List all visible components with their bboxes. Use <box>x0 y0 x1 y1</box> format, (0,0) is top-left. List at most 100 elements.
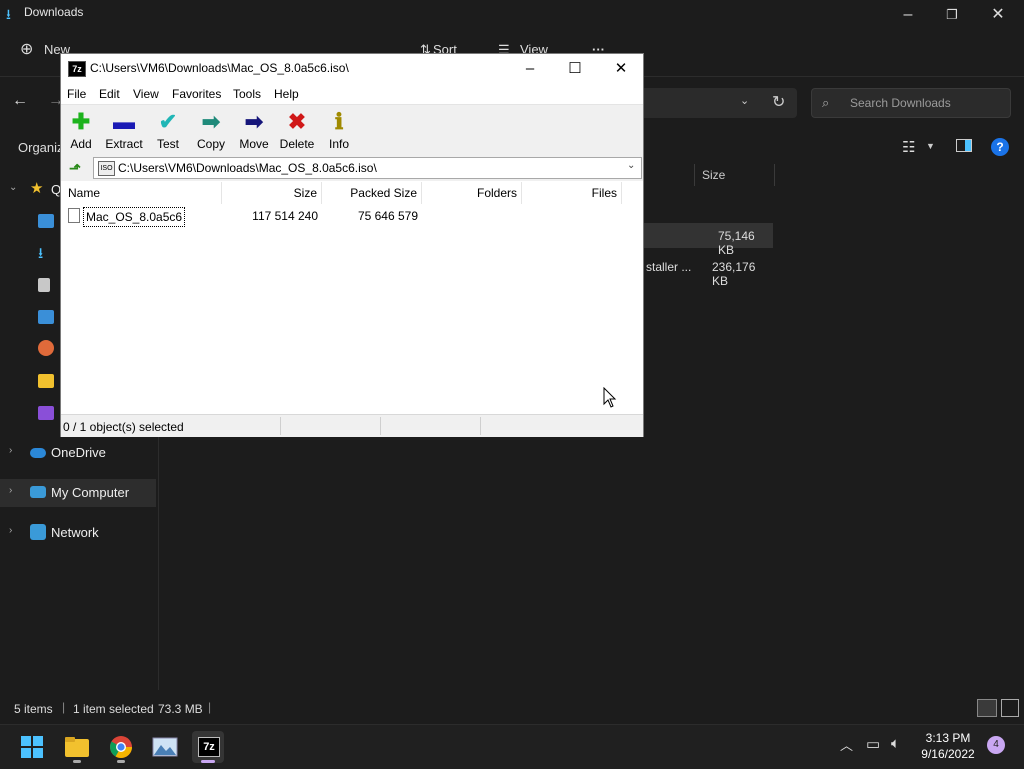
column-header-name[interactable]: Name <box>61 182 222 204</box>
file-explorer-taskbar-button[interactable] <box>61 731 93 763</box>
selection-count: 1 item selected <box>73 702 154 716</box>
7zip-taskbar-button[interactable]: 7z <box>192 731 224 763</box>
maximize-icon[interactable]: ☐ <box>552 54 598 84</box>
test-button[interactable]: ✔ Test <box>145 105 191 153</box>
minimize-icon[interactable]: – <box>888 2 928 28</box>
network-icon[interactable]: ▭ <box>866 735 880 753</box>
7zip-app-icon: 7z <box>68 61 86 77</box>
search-placeholder: Search Downloads <box>850 96 951 110</box>
column-separator[interactable] <box>694 164 695 186</box>
network-icon <box>30 524 46 540</box>
iso-file-icon: ISO <box>98 161 115 176</box>
column-header-packed-size[interactable]: Packed Size <box>322 182 422 204</box>
path-combobox[interactable]: ISO C:\Users\VM6\Downloads\Mac_OS_8.0a5c… <box>93 157 642 179</box>
sidebar-item-label: Network <box>51 525 99 540</box>
selection-size: 73.3 MB <box>158 702 203 716</box>
status-separator <box>380 417 381 435</box>
column-header-size[interactable]: Size <box>222 182 322 204</box>
file-row[interactable]: staller ... 236,176 KB <box>640 254 773 288</box>
chevron-down-icon[interactable]: ▼ <box>926 141 935 151</box>
desktop-icon[interactable] <box>38 214 54 228</box>
file-name-fragment: staller ... <box>646 260 692 274</box>
start-button[interactable] <box>16 731 48 763</box>
sidebar-item-my-computer[interactable]: › My Computer <box>0 479 156 507</box>
file-row-selected[interactable]: 75,146 KB <box>640 223 773 257</box>
back-arrow-icon[interactable]: ← <box>12 92 28 110</box>
item-count: 5 items <box>14 702 53 716</box>
column-separator[interactable] <box>774 164 775 186</box>
file-name[interactable]: Mac_OS_8.0a5c6 <box>83 207 186 227</box>
window-title: C:\Users\VM6\Downloads\Mac_OS_8.0a5c6.is… <box>90 61 349 75</box>
menu-file[interactable]: File <box>67 87 86 101</box>
preview-pane-icon[interactable] <box>956 139 972 152</box>
menu-edit[interactable]: Edit <box>99 87 120 101</box>
pictures-icon[interactable] <box>38 310 54 324</box>
details-layout-icon[interactable] <box>977 699 997 717</box>
chevron-right-icon[interactable]: › <box>9 525 12 536</box>
add-button[interactable]: ✚ Add <box>58 105 104 153</box>
running-indicator <box>73 760 81 763</box>
chevron-down-icon[interactable]: ⌄ <box>9 182 17 193</box>
volume-icon[interactable]: 🔈︎ <box>891 735 900 752</box>
tool-label: Delete <box>279 137 315 151</box>
music-icon[interactable] <box>38 340 54 356</box>
chevron-up-icon[interactable]: ︿ <box>840 735 853 754</box>
7zip-file-manager-window: 7z C:\Users\VM6\Downloads\Mac_OS_8.0a5c6… <box>60 53 644 437</box>
tool-label: Add <box>70 137 92 151</box>
documents-icon[interactable] <box>38 278 50 292</box>
plus-icon[interactable]: ⊕ <box>20 39 33 59</box>
chevron-right-icon[interactable]: › <box>9 485 12 496</box>
videos-icon[interactable] <box>38 406 54 420</box>
download-icon[interactable]: ⭳ <box>38 243 43 268</box>
file-size: 236,176 KB <box>712 260 756 288</box>
photos-taskbar-button[interactable] <box>149 731 181 763</box>
refresh-icon[interactable]: ↻ <box>772 92 785 112</box>
delete-button[interactable]: ✖ Delete <box>274 105 320 153</box>
running-indicator <box>117 760 125 763</box>
column-header-size[interactable]: Size <box>702 168 725 182</box>
help-icon[interactable]: ? <box>991 138 1009 156</box>
notification-badge[interactable]: 4 <box>987 736 1005 754</box>
move-button[interactable]: ➡ Move <box>231 105 277 153</box>
chevron-down-icon[interactable]: ⌄ <box>627 160 635 171</box>
tool-label: Copy <box>196 137 225 151</box>
tool-label: Move <box>239 137 269 151</box>
menu-help[interactable]: Help <box>274 87 299 101</box>
menu-tools[interactable]: Tools <box>233 87 261 101</box>
close-icon[interactable]: ✕ <box>598 54 644 84</box>
details-view-icon[interactable]: ☷ <box>902 138 915 156</box>
sidebar-item-onedrive[interactable]: › OneDrive <box>0 439 156 467</box>
file-list: Name Size Packed Size Folders Files Mac_… <box>61 182 643 414</box>
menu-view[interactable]: View <box>133 87 159 101</box>
column-header-files[interactable]: Files <box>522 182 622 204</box>
7zip-titlebar[interactable]: 7z C:\Users\VM6\Downloads\Mac_OS_8.0a5c6… <box>61 54 643 84</box>
active-indicator <box>201 760 215 763</box>
menu-favorites[interactable]: Favorites <box>172 87 221 101</box>
extract-button[interactable]: ▬ Extract <box>101 105 147 153</box>
chevron-down-icon[interactable]: ⌄ <box>740 94 749 107</box>
clock-date[interactable]: 9/16/2022 <box>918 747 978 761</box>
test-icon: ✔ <box>158 109 178 134</box>
column-header-folders[interactable]: Folders <box>422 182 522 204</box>
restore-icon[interactable]: ❐ <box>932 2 972 28</box>
explorer-title: Downloads <box>24 5 84 19</box>
menu-bar: File Edit View Favorites Tools Help <box>61 84 643 104</box>
chrome-taskbar-button[interactable] <box>105 731 137 763</box>
mouse-pointer-icon <box>603 387 617 408</box>
info-button[interactable]: ℹ Info <box>316 105 362 153</box>
file-icon <box>68 208 80 223</box>
chevron-right-icon[interactable]: › <box>9 445 12 456</box>
explorer-status-bar: 5 items | 1 item selected 73.3 MB | <box>0 698 1024 720</box>
folder-up-icon[interactable]: ⬏ <box>66 159 84 177</box>
copy-button[interactable]: ➡ Copy <box>188 105 234 153</box>
minimize-icon[interactable]: – <box>507 54 553 84</box>
file-size: 75,146 KB <box>718 229 755 257</box>
sidebar-item-network[interactable]: › Network <box>0 519 156 547</box>
organize-menu[interactable]: Organiz <box>18 140 64 155</box>
7zip-status-bar: 0 / 1 object(s) selected <box>61 414 643 437</box>
clock-time[interactable]: 3:13 PM <box>918 731 978 745</box>
folder-icon[interactable] <box>38 374 54 388</box>
tiles-layout-icon[interactable] <box>1001 699 1019 717</box>
close-icon[interactable]: ✕ <box>978 2 1018 28</box>
sidebar-item-label: My Computer <box>51 485 130 500</box>
